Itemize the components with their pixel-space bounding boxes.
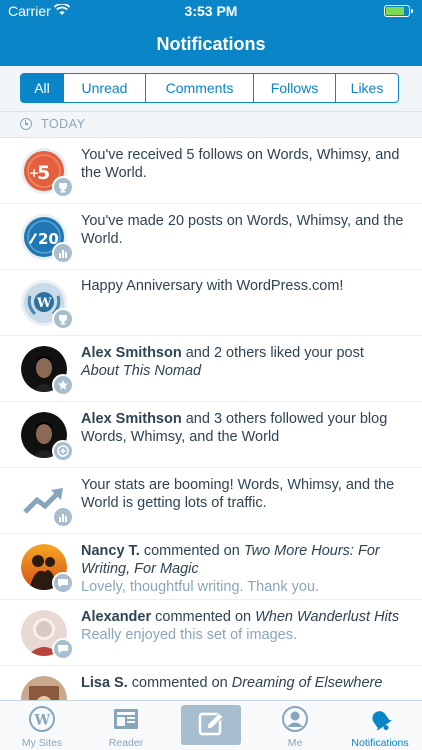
filter-tab-all[interactable]: All <box>21 74 64 102</box>
notification-row[interactable]: W Happy Anniversary with WordPress.com! <box>0 270 422 336</box>
notification-user-name[interactable]: Nancy T. <box>81 543 140 559</box>
notification-message: commented on <box>151 609 256 625</box>
notification-message: commented on <box>127 675 232 691</box>
wordpress-icon: W <box>29 706 55 732</box>
section-header-today: TODAY <box>0 112 422 138</box>
lisa-avatar <box>21 676 67 700</box>
notification-row[interactable]: Alex Smithson and 3 others followed your… <box>0 402 422 468</box>
notification-row[interactable]: + 5 You've received 5 follows on Words, … <box>0 138 422 204</box>
filter-tab-comments[interactable]: Comments <box>146 74 254 102</box>
tab-label: Notifications <box>351 737 409 749</box>
notification-row[interactable]: Alexander commented on When Wanderlust H… <box>0 600 422 666</box>
notification-user-name[interactable]: Alex Smithson <box>81 411 182 427</box>
filter-tab-follows[interactable]: Follows <box>254 74 336 102</box>
clock-time: 3:53 PM <box>184 3 238 19</box>
notification-text: Your stats are booming! Words, Whimsy, a… <box>81 477 395 511</box>
notification-row[interactable]: Nancy T. commented on Two More Hours: Fo… <box>0 534 422 600</box>
notification-text: Nancy T. commented on Two More Hours: Fo… <box>81 542 410 596</box>
tab-write[interactable] <box>169 701 253 750</box>
notification-text: You've made 20 posts on Words, Whimsy, a… <box>81 213 404 247</box>
reader-icon <box>114 709 138 729</box>
comment-snippet: Lovely, thoughtful writing. Thank you. <box>81 579 320 595</box>
notification-text: Alex Smithson and 2 others liked your po… <box>81 344 410 380</box>
filter-tab-likes[interactable]: Likes <box>336 74 398 102</box>
tab-label: My Sites <box>21 737 63 749</box>
svg-text:5: 5 <box>37 162 50 184</box>
trophy-icon <box>52 176 74 198</box>
tab-reader[interactable]: Reader <box>84 701 168 750</box>
notification-row[interactable]: Lisa S. commented on Dreaming of Elsewhe… <box>0 666 422 700</box>
tab-label: Reader <box>108 737 144 749</box>
notification-post-title: When Wanderlust Hits <box>255 609 400 625</box>
svg-text:W: W <box>36 296 52 311</box>
notification-text: Alexander commented on When Wanderlust H… <box>81 608 410 644</box>
filter-segmented-control: All Unread Comments Follows Likes <box>20 73 399 103</box>
notification-message: commented on <box>139 543 244 559</box>
battery-icon <box>384 5 413 17</box>
notification-text: Lisa S. commented on Dreaming of Elsewhe… <box>81 674 410 692</box>
stats-icon <box>52 242 74 264</box>
notification-post-title: About This Nomad <box>81 363 202 379</box>
comment-snippet: Really enjoyed this set of images. <box>81 627 297 643</box>
notification-text: Happy Anniversary with WordPress.com! <box>81 278 344 294</box>
comment-icon <box>52 638 74 660</box>
filter-tab-unread[interactable]: Unread <box>64 74 146 102</box>
nav-bar: Notifications <box>0 22 422 66</box>
notification-message: and 2 others liked your post <box>181 345 364 361</box>
follow-icon <box>52 440 74 462</box>
tab-notifications[interactable]: Notifications <box>338 701 422 750</box>
clock-icon <box>20 118 32 130</box>
tab-me[interactable]: Me <box>253 701 337 750</box>
me-icon <box>282 706 308 732</box>
notification-row[interactable]: Your stats are booming! Words, Whimsy, a… <box>0 468 422 534</box>
svg-text:W: W <box>34 713 51 729</box>
bell-icon <box>372 711 392 731</box>
page-title: Notifications <box>156 34 266 54</box>
comment-icon <box>52 572 74 594</box>
write-icon <box>181 705 241 745</box>
status-bar: Carrier 3:53 PM <box>0 0 422 22</box>
trophy-icon <box>52 308 74 330</box>
notification-text: Alex Smithson and 3 others followed your… <box>81 410 410 446</box>
stats-icon <box>52 506 74 528</box>
section-label: TODAY <box>41 117 86 131</box>
tab-label: Me <box>287 737 303 749</box>
notification-user-name[interactable]: Alex Smithson <box>81 345 182 361</box>
notification-list[interactable]: + 5 You've received 5 follows on Words, … <box>0 138 422 700</box>
tab-bar: W My Sites Reader Me Notifications <box>0 700 422 750</box>
notification-post-title: Dreaming of Elsewhere <box>231 675 383 691</box>
notification-user-name[interactable]: Alexander <box>81 609 151 625</box>
tab-my-sites[interactable]: W My Sites <box>0 701 84 750</box>
notification-text: You've received 5 follows on Words, Whim… <box>81 147 400 181</box>
notification-row[interactable]: 20 You've made 20 posts on Words, Whimsy… <box>0 204 422 270</box>
filter-bar: All Unread Comments Follows Likes <box>0 66 422 112</box>
notification-row[interactable]: Alex Smithson and 2 others liked your po… <box>0 336 422 402</box>
notification-user-name[interactable]: Lisa S. <box>81 675 128 691</box>
battery-level <box>386 7 405 15</box>
star-icon <box>52 374 74 396</box>
